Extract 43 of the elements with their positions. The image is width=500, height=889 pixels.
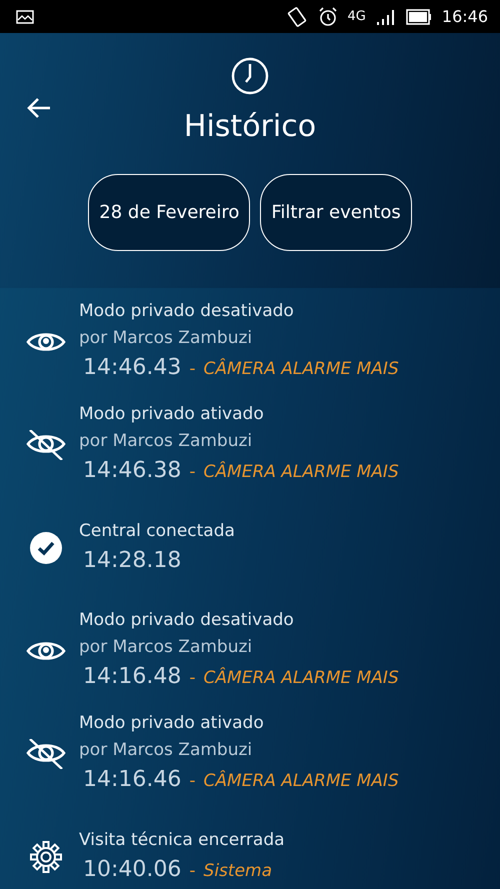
separator: - bbox=[189, 358, 196, 381]
signal-icon bbox=[376, 8, 396, 24]
event-title: Modo privado desativado bbox=[79, 609, 295, 632]
event-time: 14:46.38 bbox=[83, 457, 182, 485]
event-title: Modo privado desativado bbox=[79, 300, 295, 323]
event-user: por Marcos Zambuzi bbox=[79, 327, 254, 350]
event-title: Visita técnica encerrada bbox=[79, 829, 285, 852]
page-title: Histórico bbox=[184, 109, 316, 144]
event-source: CÂMERA ALARME MAIS bbox=[204, 460, 399, 484]
separator: - bbox=[189, 461, 196, 484]
filter-button[interactable]: 28 de Fevereiro bbox=[88, 174, 250, 251]
status-time: 16:46 bbox=[442, 7, 488, 26]
event-source: CÂMERA ALARME MAIS bbox=[204, 769, 399, 793]
battery-icon bbox=[406, 8, 432, 24]
clock-icon bbox=[231, 57, 269, 95]
vibrate-icon bbox=[286, 6, 308, 26]
separator: - bbox=[189, 667, 196, 690]
filter-button[interactable]: Filtrar eventos bbox=[260, 174, 412, 251]
event-source: Sistema bbox=[204, 860, 272, 883]
event-title: Modo privado ativado bbox=[79, 403, 265, 426]
separator: - bbox=[189, 770, 196, 793]
separator: - bbox=[189, 860, 196, 883]
event-title: Central conectada bbox=[79, 520, 235, 543]
back-button[interactable] bbox=[26, 97, 52, 119]
eye-off-icon bbox=[26, 738, 66, 768]
image-icon bbox=[16, 10, 34, 24]
event-user: por Marcos Zambuzi bbox=[79, 739, 254, 762]
event-time: 10:40.06 bbox=[83, 856, 182, 884]
event-user: por Marcos Zambuzi bbox=[79, 636, 254, 659]
event-title: Modo privado ativado bbox=[79, 712, 265, 735]
event-user: por Marcos Zambuzi bbox=[79, 430, 254, 453]
network-type: 4G bbox=[348, 9, 366, 24]
check-icon bbox=[30, 532, 62, 564]
event-time: 14:28.18 bbox=[83, 547, 182, 575]
gear-icon bbox=[30, 841, 62, 873]
event-source: CÂMERA ALARME MAIS bbox=[204, 357, 399, 381]
event-time: 14:16.48 bbox=[83, 663, 182, 691]
alarm-icon bbox=[318, 6, 338, 26]
eye-off-icon bbox=[26, 430, 66, 460]
event-time: 14:16.46 bbox=[83, 766, 182, 794]
back-arrow-icon bbox=[26, 97, 52, 119]
event-source: CÂMERA ALARME MAIS bbox=[204, 666, 399, 690]
event-time: 14:46.43 bbox=[83, 354, 182, 382]
